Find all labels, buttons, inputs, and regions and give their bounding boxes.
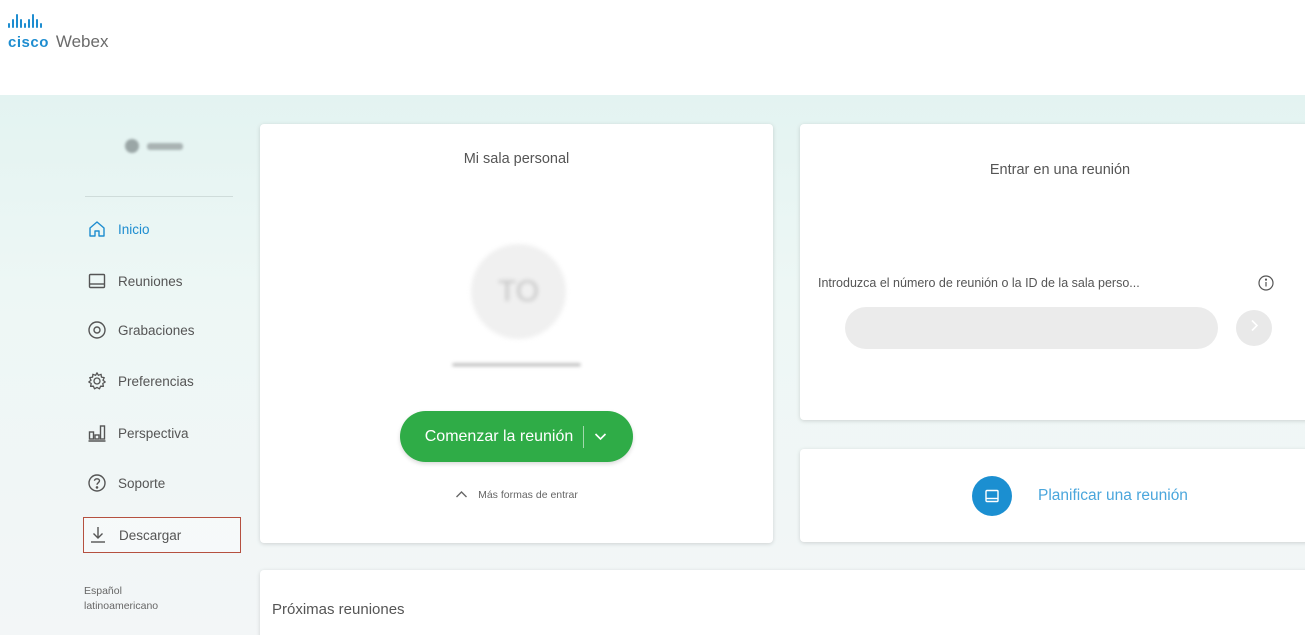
language-selector[interactable]: Español latinoamericano [84,584,184,614]
personal-room-card: Mi sala personal TO ▬▬▬▬▬▬▬▬▬▬▬▬▬▬▬▬ Com… [260,124,773,543]
cisco-bridge-icon [8,14,108,28]
sidebar-item-label: Perspectiva [118,425,189,441]
avatar [125,139,139,153]
cisco-wordmark: cisco [8,34,49,51]
join-go-button[interactable] [1236,310,1272,346]
info-icon[interactable] [1257,274,1275,292]
sidebar-item-label: Inicio [118,221,150,237]
gear-icon [86,370,108,392]
sidebar: Inicio Reuniones Grabaciones Preferencia… [80,95,245,635]
sidebar-item-soporte[interactable]: Soporte [83,465,241,501]
schedule-meeting-button[interactable]: Planificar una reunión [972,474,1188,518]
upcoming-meetings-title: Próximas reuniones [272,601,405,618]
download-icon [87,524,109,546]
avatar: TO [471,244,566,339]
chevron-right-icon [1250,319,1259,337]
join-meeting-card: Entrar en una reunión Introduzca el núme… [800,124,1305,420]
more-ways-label: Más formas de entrar [478,489,578,501]
sidebar-item-label: Preferencias [118,373,194,389]
calendar-icon [86,270,108,292]
language-line: Español [84,585,122,597]
user-name-blurred [147,142,183,150]
recordings-icon [86,319,108,341]
join-meeting-title: Entrar en una reunión [989,162,1131,178]
insights-icon [86,422,108,444]
sidebar-item-label: Soporte [118,475,166,491]
sidebar-item-preferencias[interactable]: Preferencias [83,363,241,399]
sidebar-item-label: Grabaciones [118,322,195,338]
sidebar-item-inicio[interactable]: Inicio [83,211,241,247]
meeting-number-label: Introduzca el número de reunión o la ID … [818,276,1140,290]
schedule-meeting-label: Planificar una reunión [1038,487,1188,504]
schedule-meeting-card: Planificar una reunión [800,449,1305,542]
sidebar-item-descargar[interactable]: Descargar [83,517,241,553]
chevron-down-icon[interactable] [592,429,608,445]
start-meeting-button[interactable]: Comenzar la reunión [400,411,633,462]
sidebar-item-grabaciones[interactable]: Grabaciones [83,312,241,348]
sidebar-item-label: Reuniones [118,273,183,289]
app-header: cisco Webex [0,0,1305,95]
sidebar-item-perspectiva[interactable]: Perspectiva [83,415,241,451]
chevron-up-icon [455,486,468,504]
personal-room-title: Mi sala personal [463,151,570,167]
language-line: latinoamericano [84,600,159,612]
avatar-initials: TO [497,274,540,308]
user-profile-blurred[interactable] [125,139,195,153]
schedule-icon [972,476,1012,516]
webex-wordmark: Webex [55,32,109,51]
sidebar-item-label: Descargar [119,527,182,543]
meeting-number-input[interactable] [845,307,1218,349]
start-meeting-label: Comenzar la reunión [424,427,574,445]
personal-room-link-blurred[interactable]: ▬▬▬▬▬▬▬▬▬▬▬▬▬▬▬▬ [260,359,773,368]
sidebar-divider [85,196,233,197]
upcoming-meetings-card: Próximas reuniones [260,570,1305,635]
sidebar-item-reuniones[interactable]: Reuniones [83,263,241,299]
help-icon [86,472,108,494]
more-ways-to-join-link[interactable]: Más formas de entrar [260,486,773,504]
home-icon [86,218,108,240]
button-divider [583,425,585,448]
cisco-webex-logo: cisco Webex [8,14,108,52]
